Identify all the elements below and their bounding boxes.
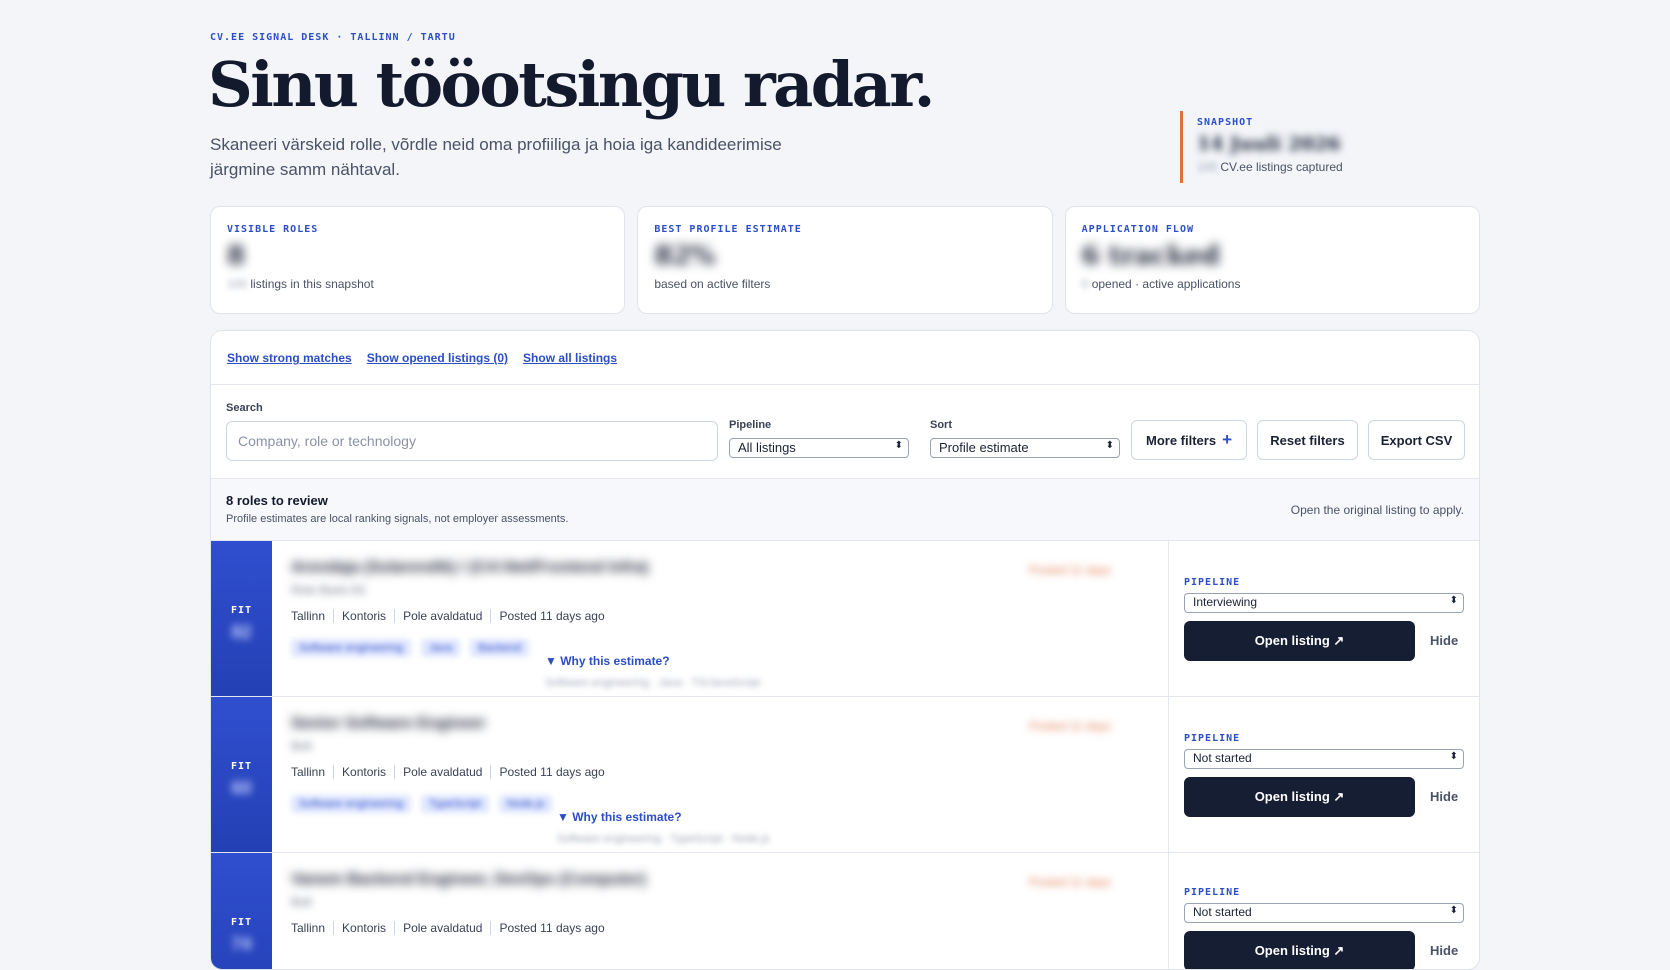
chevron-updown-icon: ⬍	[1449, 905, 1458, 916]
chevron-updown-icon: ⬍	[894, 440, 903, 451]
review-note: Profile estimates are local ranking sign…	[226, 513, 569, 525]
open-listing-button[interactable]: Open listing ↗	[1184, 931, 1415, 969]
hide-button[interactable]: Hide	[1430, 633, 1458, 648]
listing-details: Arendaja (Sularendik) / (C#/.Net/Fronten…	[291, 559, 1111, 689]
tag: Software engineering	[291, 639, 411, 657]
review-header: 8 roles to review Profile estimates are …	[211, 479, 1479, 541]
chevron-updown-icon: ⬍	[1449, 595, 1458, 606]
listing-tags: Software engineering TypeScript Node.js	[291, 795, 1111, 813]
tag: TypeScript	[420, 795, 489, 813]
listing-row: FIT 60 Senior Software Engineer Bolt Pos…	[211, 697, 1479, 853]
eyebrow: CV.EE SIGNAL DESK · TALLINN / TARTU	[210, 32, 456, 43]
snapshot-caption: 100 CV.ee listings captured	[1197, 160, 1343, 174]
hide-button[interactable]: Hide	[1430, 789, 1458, 804]
stats-row: VISIBLE ROLES 8 100 listings in this sna…	[210, 206, 1480, 314]
export-csv-button[interactable]: Export CSV	[1368, 420, 1465, 460]
pipeline-label: PIPELINE	[1184, 887, 1241, 898]
snapshot-card: SNAPSHOT 14 Juuli 2026 100 CV.ee listing…	[1180, 111, 1343, 183]
pipeline-label: PIPELINE	[1184, 733, 1241, 744]
listing-row: FIT 82 Arendaja (Sularendik) / (C#/.Net/…	[211, 541, 1479, 697]
sort-select[interactable]: Profile estimate ⬍	[930, 438, 1120, 458]
listing-details: Senior Software Engineer Bolt Posted 11 …	[291, 715, 1111, 845]
sort-label: Sort	[930, 419, 952, 431]
stat-best-profile-estimate: BEST PROFILE ESTIMATE 82% based on activ…	[637, 206, 1053, 314]
stat-value: 8	[227, 241, 246, 271]
tag: Java	[420, 639, 461, 657]
listing-details: Vanem Backend Engineer, DevOps (Computer…	[291, 871, 1111, 935]
page-subtitle: Skaneeri värskeid rolle, võrdle neid oma…	[210, 135, 782, 179]
listing-actions: PIPELINE Interviewing ⬍ Open listing ↗ Hi…	[1168, 541, 1479, 696]
listing-meta: Tallinn Kontoris Pole avaldatud Posted 1…	[291, 921, 1111, 935]
listings-panel: Show strong matches Show opened listings…	[210, 330, 1480, 970]
listing-company: Bolt	[291, 895, 312, 909]
show-opened-listings-link[interactable]: Show opened listings (0)	[367, 351, 508, 384]
page-title: Sinu tööotsingu radar.	[208, 48, 935, 121]
fit-score-badge: FIT 74	[211, 853, 272, 969]
listing-badge: Posted 11 days	[1029, 563, 1111, 577]
show-strong-matches-link[interactable]: Show strong matches	[227, 351, 352, 384]
tag: Software engineering	[291, 795, 411, 813]
tag: Node.js	[498, 795, 553, 813]
stat-value: 82%	[654, 241, 716, 271]
plus-icon: +	[1222, 430, 1232, 449]
listing-badge: Posted 11 days	[1029, 875, 1111, 889]
open-listing-button[interactable]: Open listing ↗	[1184, 621, 1415, 661]
search-input[interactable]	[226, 421, 718, 461]
pipeline-status-select[interactable]: Not started ⬍	[1184, 749, 1464, 769]
stat-application-flow: APPLICATION FLOW 6 tracked 0 opened · ac…	[1064, 206, 1480, 314]
chevron-updown-icon: ⬍	[1105, 440, 1114, 451]
pipeline-label: Pipeline	[729, 419, 772, 431]
pipeline-status-select[interactable]: Interviewing ⬍	[1184, 593, 1464, 613]
snapshot-label: SNAPSHOT	[1197, 117, 1254, 128]
tag: Backend	[470, 639, 530, 657]
quicklinks: Show strong matches Show opened listings…	[211, 331, 1479, 385]
snapshot-date: 14 Juuli 2026	[1197, 133, 1341, 155]
why-estimate-summary: Software engineering · TypeScript · Node…	[557, 833, 770, 845]
search-label: Search	[226, 402, 263, 414]
review-count: 8 roles to review	[226, 493, 328, 508]
fit-score-badge: FIT 82	[211, 541, 272, 696]
apply-note: Open the original listing to apply.	[1290, 503, 1464, 517]
pipeline-label: PIPELINE	[1184, 577, 1241, 588]
listing-tags: Software engineering Java Backend	[291, 639, 1111, 657]
listing-actions: PIPELINE Not started ⬍ Open listing ↗ Hid…	[1168, 853, 1479, 969]
listing-meta: Tallinn Kontoris Pole avaldatud Posted 1…	[291, 609, 1111, 623]
hide-button[interactable]: Hide	[1430, 943, 1458, 958]
why-estimate-toggle[interactable]: ▼ Why this estimate?	[557, 810, 682, 824]
show-all-listings-link[interactable]: Show all listings	[523, 351, 617, 384]
listing-badge: Posted 11 days	[1029, 719, 1111, 733]
listing-title: Vanem Backend Engineer, DevOps (Computer…	[291, 871, 646, 888]
stat-visible-roles: VISIBLE ROLES 8 100 listings in this sna…	[210, 206, 626, 314]
listing-actions: PIPELINE Not started ⬍ Open listing ↗ Hid…	[1168, 697, 1479, 852]
listing-title: Senior Software Engineer	[291, 715, 486, 732]
reset-filters-button[interactable]: Reset filters	[1257, 420, 1358, 460]
stat-value: 6 tracked	[1081, 241, 1220, 271]
open-listing-button[interactable]: Open listing ↗	[1184, 777, 1415, 817]
listing-row: FIT 74 Vanem Backend Engineer, DevOps (C…	[211, 853, 1479, 969]
why-estimate-summary: Software engineering · Java · TS/JavaScr…	[545, 677, 761, 689]
filter-bar: Search Pipeline All listings⬍ Sort Profi…	[211, 385, 1479, 479]
pipeline-status-select[interactable]: Not started ⬍	[1184, 903, 1464, 923]
listing-meta: Tallinn Kontoris Pole avaldatud Posted 1…	[291, 765, 1111, 779]
snapshot-count: 100	[1197, 160, 1218, 174]
listing-company: Bolt	[291, 739, 312, 753]
listing-company: Rete Bank AS	[291, 583, 366, 597]
fit-score-badge: FIT 60	[211, 697, 272, 852]
more-filters-button[interactable]: More filters +	[1131, 420, 1247, 460]
why-estimate-toggle[interactable]: ▼ Why this estimate?	[545, 654, 670, 668]
listing-title: Arendaja (Sularendik) / (C#/.Net/Fronten…	[291, 559, 649, 576]
pipeline-select[interactable]: All listings ⬍	[729, 438, 909, 458]
chevron-updown-icon: ⬍	[1449, 751, 1458, 762]
